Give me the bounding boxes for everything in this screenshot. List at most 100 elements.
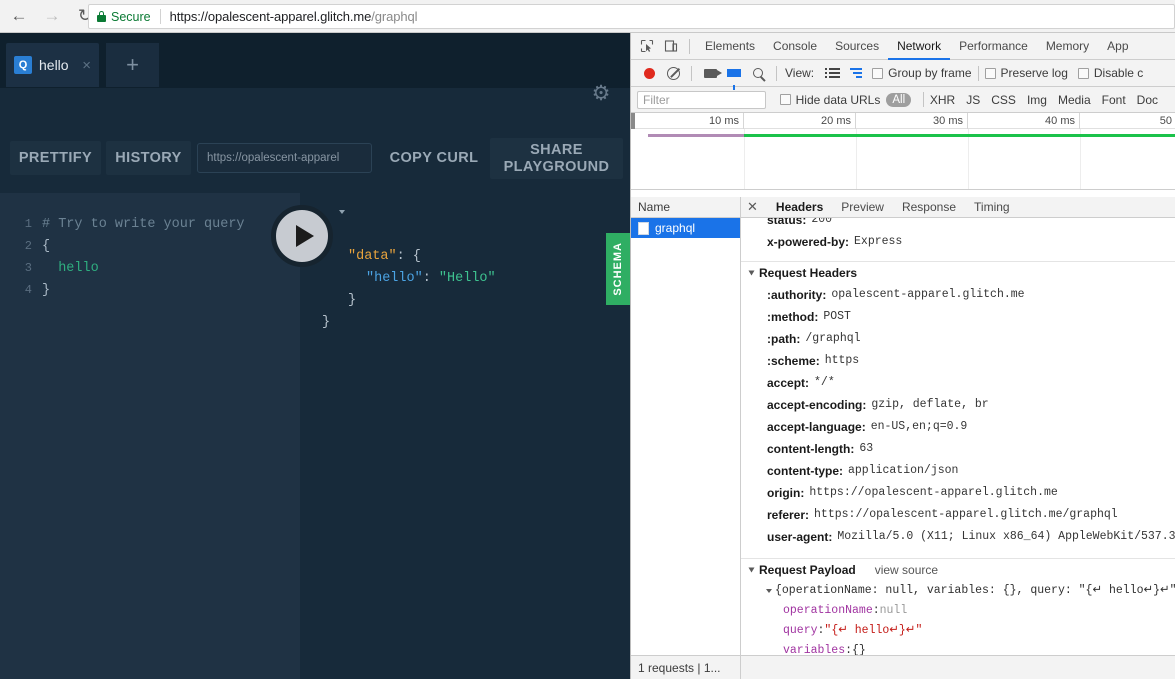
request-payload-title: Request Payload	[759, 563, 856, 577]
preserve-log-checkbox[interactable]: Preserve log	[984, 66, 1068, 80]
query-badge-icon: Q	[14, 56, 32, 74]
header-row: accept-language: en-US,en;q=0.9	[741, 416, 1175, 438]
header-name: accept:	[767, 376, 810, 390]
playground-tab-hello[interactable]: Q hello ×	[6, 43, 99, 87]
line-text: {	[42, 238, 51, 254]
tab-network[interactable]: Network	[888, 33, 950, 60]
record-icon[interactable]	[637, 61, 661, 85]
devtools-main-toolbar: Elements Console Sources Network Perform…	[631, 33, 1175, 60]
code-line: 2 {	[0, 235, 300, 257]
view-source-link[interactable]: view source	[875, 563, 938, 577]
play-icon	[295, 225, 314, 247]
checkbox-box	[779, 94, 791, 105]
request-row-name: graphql	[655, 221, 696, 235]
chevron-down-icon	[748, 567, 755, 573]
list-view-icon[interactable]	[820, 61, 844, 85]
header-name: status:	[767, 218, 807, 227]
header-name: :authority:	[767, 288, 827, 302]
back-icon[interactable]: ←	[5, 2, 33, 30]
response-hello-value: "Hello"	[438, 271, 496, 286]
request-headers-section-header[interactable]: Request Headers	[741, 261, 1175, 284]
tab-application[interactable]: App	[1098, 33, 1137, 60]
payload-row: operationName: null	[741, 601, 1175, 621]
payload-row: query: "{↵ hello↵}↵"	[741, 621, 1175, 641]
toolbar-divider	[923, 92, 924, 107]
address-bar[interactable]: Secure https://opalescent-apparel.glitch…	[88, 4, 1175, 29]
tab-performance[interactable]: Performance	[950, 33, 1037, 60]
filter-input[interactable]: Filter	[637, 90, 766, 109]
filter-type-css[interactable]: CSS	[991, 93, 1016, 107]
header-name: content-type:	[767, 464, 843, 478]
line-number: 2	[24, 239, 32, 253]
history-button[interactable]: HISTORY	[106, 141, 191, 175]
payload-summary-text: {operationName: null, variables: {}, que…	[775, 584, 1175, 597]
payload-summary-row[interactable]: {operationName: null, variables: {}, que…	[741, 581, 1175, 601]
response-close-inner: }	[348, 293, 357, 308]
share-line-2: PLAYGROUND	[503, 158, 610, 175]
filter-type-xhr[interactable]: XHR	[930, 93, 955, 107]
group-by-frame-checkbox[interactable]: Group by frame	[872, 66, 972, 80]
new-tab-button[interactable]: +	[106, 43, 159, 87]
tab-sources[interactable]: Sources	[826, 33, 888, 60]
header-row: :method: POST	[741, 306, 1175, 328]
toolbar-divider	[689, 38, 690, 54]
camera-icon[interactable]	[698, 61, 722, 85]
header-value: en-US,en;q=0.9	[870, 420, 968, 433]
tab-console[interactable]: Console	[764, 33, 826, 60]
filter-type-all[interactable]: All	[886, 92, 912, 107]
filter-type-font[interactable]: Font	[1102, 93, 1126, 107]
execute-query-button[interactable]	[271, 205, 333, 267]
close-icon[interactable]: ×	[82, 58, 91, 73]
disable-cache-checkbox[interactable]: Disable c	[1077, 66, 1143, 80]
request-list: Name graphql	[631, 197, 741, 655]
response-data-sep: : {	[396, 249, 421, 264]
header-value: Mozilla/5.0 (X11; Linux x86_64) AppleWeb…	[837, 530, 1175, 543]
clear-icon[interactable]	[661, 61, 685, 85]
search-icon[interactable]	[746, 61, 770, 85]
header-row: content-type: application/json	[741, 460, 1175, 482]
timeline-tick: 20 ms	[744, 113, 856, 129]
forward-icon[interactable]: →	[38, 2, 66, 30]
inspect-element-icon[interactable]	[635, 34, 659, 58]
line-number: 4	[24, 283, 32, 297]
line-text: }	[42, 282, 51, 298]
headers-scroll-area[interactable]: status: 200 x-powered-by: Express Reques…	[741, 218, 1175, 655]
copy-curl-button[interactable]: COPY CURL	[378, 141, 490, 175]
tab-elements[interactable]: Elements	[696, 33, 764, 60]
tab-memory[interactable]: Memory	[1037, 33, 1098, 60]
schema-tab[interactable]: SCHEMA	[606, 233, 630, 305]
share-playground-button[interactable]: SHARE PLAYGROUND	[490, 138, 623, 179]
query-editor[interactable]: 1 # Try to write your query 2 { 3 hello …	[0, 193, 300, 679]
gear-icon[interactable]: ⚙	[590, 83, 612, 105]
code-line: 1 # Try to write your query	[0, 213, 300, 235]
toolbar-divider	[776, 65, 777, 81]
tab-timing[interactable]: Timing	[965, 197, 1019, 218]
header-name: accept-language:	[767, 420, 866, 434]
hide-data-urls-checkbox[interactable]: Hide data URLs	[779, 93, 880, 107]
tab-preview[interactable]: Preview	[832, 197, 893, 218]
funnel-icon[interactable]	[722, 61, 746, 90]
line-number: 1	[24, 217, 32, 231]
close-icon[interactable]: ✕	[747, 199, 758, 215]
filter-type-media[interactable]: Media	[1058, 93, 1091, 107]
filter-type-js[interactable]: JS	[966, 93, 980, 107]
prettify-button[interactable]: PRETTIFY	[10, 141, 101, 175]
waterfall-view-icon[interactable]	[844, 61, 868, 85]
timeline-tick: 30 ms	[856, 113, 968, 129]
toggle-device-toolbar-icon[interactable]	[659, 34, 683, 58]
tab-headers[interactable]: Headers	[767, 197, 832, 218]
header-value: gzip, deflate, br	[871, 398, 989, 411]
response-line: {	[322, 227, 630, 249]
collapse-triangle-icon[interactable]	[339, 210, 345, 214]
security-label: Secure	[111, 9, 151, 24]
request-row-graphql[interactable]: graphql	[631, 218, 740, 238]
code-line: 3 hello	[0, 257, 300, 279]
line-number: 3	[24, 261, 32, 275]
tab-response[interactable]: Response	[893, 197, 965, 218]
endpoint-input[interactable]: https://opalescent-apparel	[197, 143, 372, 173]
response-line: "data": {	[322, 249, 630, 271]
network-overview-timeline[interactable]: 10 ms 20 ms 30 ms 40 ms 50	[631, 113, 1175, 190]
filter-type-doc[interactable]: Doc	[1137, 93, 1158, 107]
request-payload-section-header[interactable]: Request Payload view source	[741, 558, 1175, 581]
filter-type-img[interactable]: Img	[1027, 93, 1047, 107]
